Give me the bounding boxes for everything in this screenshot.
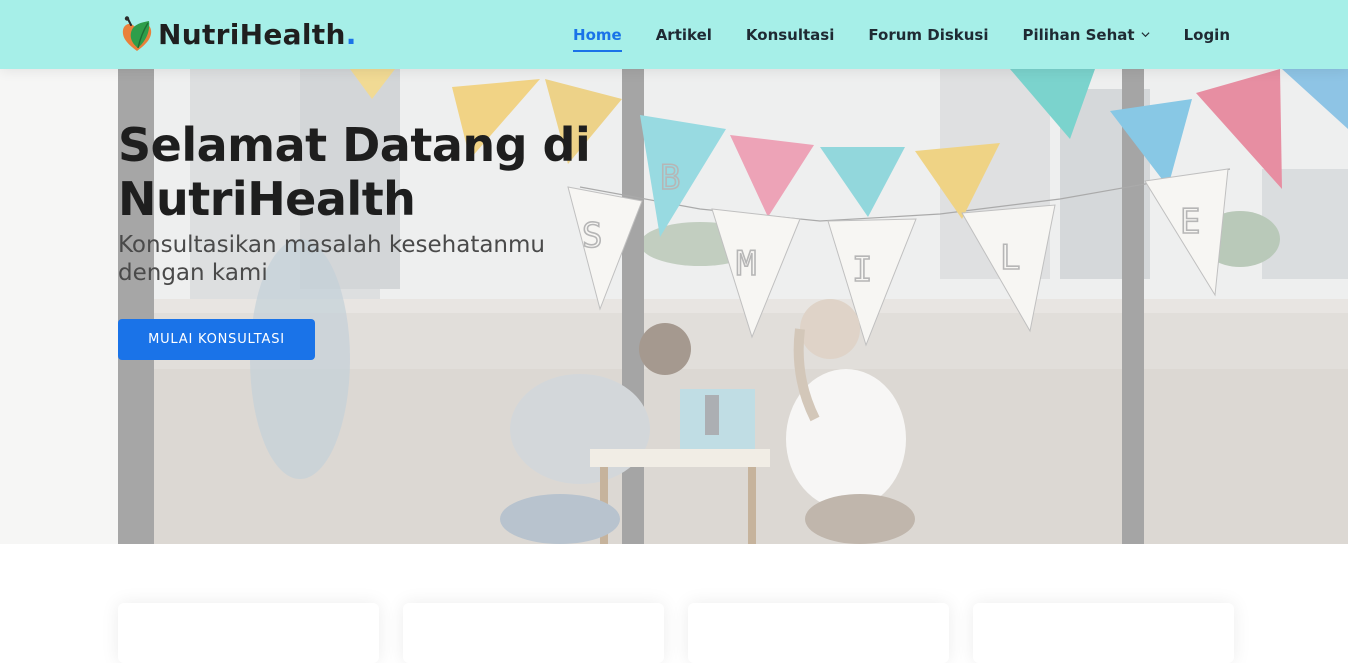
nav-item-pilihan-sehat[interactable]: Pilihan Sehat <box>1023 26 1150 44</box>
nav-item-forum-diskusi[interactable]: Forum Diskusi <box>868 26 988 44</box>
chevron-down-icon <box>1141 32 1150 38</box>
feature-card[interactable] <box>118 603 379 663</box>
brand-name: NutriHealth <box>158 17 346 51</box>
main-nav: Home Artikel Konsultasi Forum Diskusi Pi… <box>539 0 1230 69</box>
hero-title: Selamat Datang di NutriHealth <box>118 118 591 226</box>
brand-link[interactable]: NutriHealth. <box>120 14 356 54</box>
start-consultation-button[interactable]: MULAI KONSULTASI <box>118 319 315 360</box>
nav-item-pilihan-sehat-label: Pilihan Sehat <box>1022 25 1135 44</box>
feature-card[interactable] <box>973 603 1234 663</box>
feature-card[interactable] <box>688 603 949 663</box>
nav-item-login[interactable]: Login <box>1184 26 1230 44</box>
nav-item-artikel[interactable]: Artikel <box>656 26 712 44</box>
nav-item-home[interactable]: Home <box>573 26 622 52</box>
nav-item-konsultasi[interactable]: Konsultasi <box>746 26 834 44</box>
brand-dot: . <box>345 17 357 51</box>
hero-subtitle: Konsultasikan masalah kesehatanmu dengan… <box>118 232 545 286</box>
site-header: NutriHealth. Home Artikel Konsultasi For… <box>0 0 1348 69</box>
feature-card[interactable] <box>403 603 664 663</box>
leaf-heart-icon <box>122 16 152 51</box>
